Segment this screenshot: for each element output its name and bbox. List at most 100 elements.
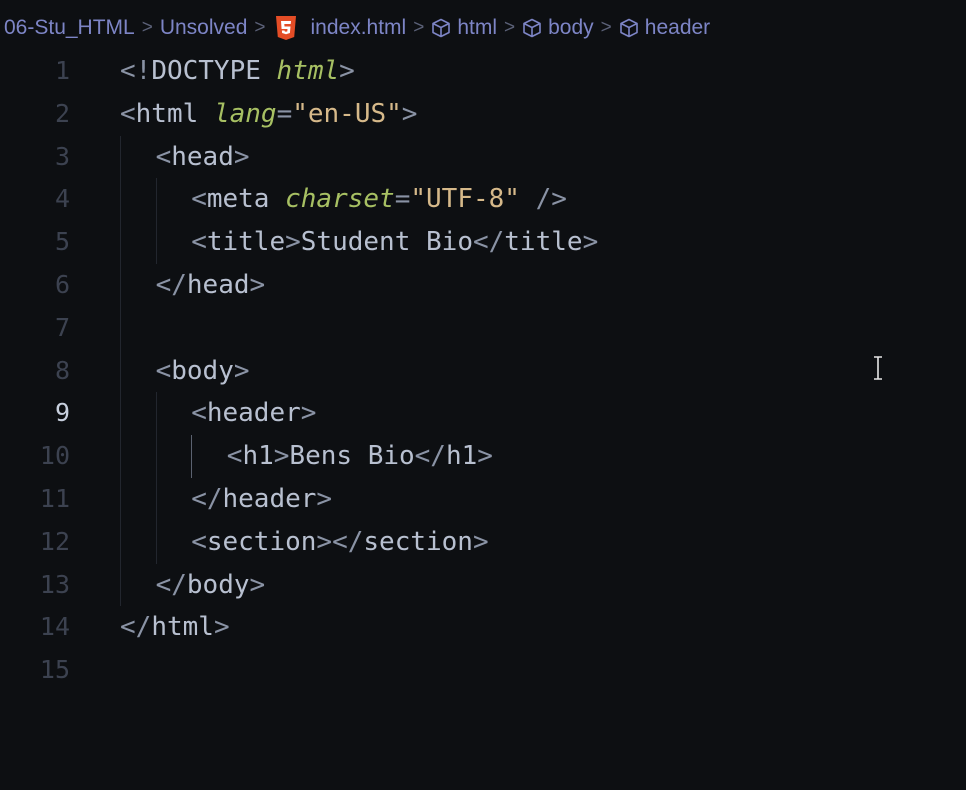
breadcrumb-item-06-stu-html[interactable]: 06-Stu_HTML (4, 16, 135, 40)
token-tag: html (135, 98, 214, 129)
code-text: <header> (191, 392, 316, 435)
line-number: 14 (39, 612, 70, 642)
token-punc: </ (472, 227, 505, 258)
code-line[interactable]: 3 <head> (0, 135, 966, 179)
breadcrumb-separator: > (141, 17, 153, 38)
indent-guide (120, 435, 121, 478)
code-text: <!DOCTYPE html> (120, 50, 355, 93)
breadcrumb-label: 06-Stu_HTML (4, 16, 135, 39)
token-punc: > (273, 441, 290, 472)
text-cursor-icon (874, 356, 882, 380)
token-punc: = (276, 98, 293, 129)
code-line[interactable]: 2 <html lang="en-US"> (0, 93, 966, 136)
indent-guide (120, 349, 121, 393)
code-line[interactable]: 14 </html> (0, 606, 966, 649)
code-text: <section></section> (191, 521, 488, 564)
html5-icon (275, 16, 296, 40)
indent-guide (155, 520, 157, 564)
token-tag: section (206, 526, 317, 557)
token-tag: body (171, 355, 234, 386)
token-punc: > (472, 526, 489, 557)
token-tag: title (206, 227, 286, 258)
token-punc: </ (155, 569, 187, 600)
token-doctype: DOCTYPE (151, 56, 277, 86)
token-punc: > (285, 227, 301, 258)
indent-guide (120, 520, 121, 564)
cube-icon (523, 18, 541, 38)
token-attr: html (276, 56, 340, 86)
breadcrumb-label: html (457, 16, 498, 39)
token-tag: h1 (242, 441, 274, 472)
code-line[interactable]: 4 <meta charset="UTF-8" /> (0, 178, 966, 222)
code-line[interactable]: 12 <section></section> (0, 520, 966, 564)
code-line[interactable]: 8 <body> (0, 349, 966, 393)
token-punc: < (191, 184, 207, 215)
breadcrumb-item-body[interactable]: body (522, 16, 594, 40)
indent-guide (120, 392, 121, 436)
indent-guide (120, 221, 121, 264)
code-line[interactable]: 7 (0, 306, 966, 350)
token-punc: > (233, 141, 250, 172)
indent-guide (120, 178, 121, 222)
line-number: 4 (54, 184, 70, 214)
line-number: 8 (54, 355, 70, 385)
code-text: <body> (156, 350, 250, 393)
token-punc: < (191, 227, 207, 258)
code-line[interactable]: 10 <h1>Bens Bio</h1> (0, 435, 966, 478)
token-tag: header (206, 398, 301, 429)
token-punc: < (120, 98, 136, 129)
token-punc: > (477, 441, 493, 472)
token-attr: lang (213, 98, 277, 129)
breadcrumb-separator: > (504, 17, 516, 38)
line-number: 1 (54, 56, 70, 85)
code-text: <html lang="en-US"> (120, 93, 417, 136)
line-number: 12 (39, 526, 70, 556)
cube-icon (619, 18, 638, 38)
breadcrumb-item-unsolved[interactable]: Unsolved (160, 16, 248, 40)
code-line[interactable]: 11 </header> (0, 477, 966, 521)
line-number: 13 (39, 569, 70, 599)
indent-guide (155, 477, 157, 521)
token-punc: </ (414, 441, 446, 472)
token-punc: > (316, 483, 333, 514)
line-number: 6 (54, 269, 70, 299)
code-line[interactable]: 9 <header> (0, 392, 966, 436)
token-punc: < (191, 398, 207, 429)
indent-guide (155, 178, 157, 222)
code-text: </header> (191, 478, 332, 521)
token-punc: < (155, 355, 172, 386)
token-punc: <! (120, 56, 152, 86)
token-text: Student Bio (300, 227, 473, 258)
token-punc: > (249, 269, 266, 300)
token-text: Bens Bio (289, 441, 415, 472)
token-tag: meta (206, 184, 286, 215)
token-tag: head (171, 141, 234, 172)
token-tag: title (504, 227, 583, 258)
token-tag: section (363, 526, 473, 557)
line-number: 3 (54, 141, 70, 171)
breadcrumb-item-html[interactable]: html (431, 16, 497, 40)
code-line[interactable]: 1 <!DOCTYPE html> (0, 50, 966, 93)
code-line[interactable]: 15 (0, 649, 966, 692)
line-number: 5 (54, 227, 70, 257)
indent-guide (120, 135, 121, 179)
token-punc: > (339, 56, 355, 86)
token-punc: > (300, 398, 317, 429)
code-text: </head> (156, 264, 266, 307)
code-line[interactable]: 5 <title>Student Bio</title> (0, 221, 966, 264)
code-editor[interactable]: 1 <!DOCTYPE html> 2 <html lang="en-US"> 3 <he… (0, 50, 966, 692)
breadcrumb-separator: > (254, 17, 266, 38)
token-punc: </ (120, 612, 152, 643)
code-text: </html> (120, 606, 230, 649)
code-line[interactable]: 13 </body> (0, 563, 966, 607)
indent-guide (191, 435, 193, 478)
breadcrumb-item-index-html[interactable]: index.html (273, 16, 406, 40)
token-str: "UTF-8" (410, 184, 520, 215)
breadcrumb-item-header[interactable]: header (619, 16, 710, 40)
token-tag: body (186, 569, 250, 600)
token-punc: > (249, 569, 266, 600)
token-attr: charset (285, 184, 395, 215)
line-number: 15 (39, 655, 70, 685)
code-line[interactable]: 6 </head> (0, 263, 966, 307)
breadcrumb-label: body (548, 16, 594, 39)
